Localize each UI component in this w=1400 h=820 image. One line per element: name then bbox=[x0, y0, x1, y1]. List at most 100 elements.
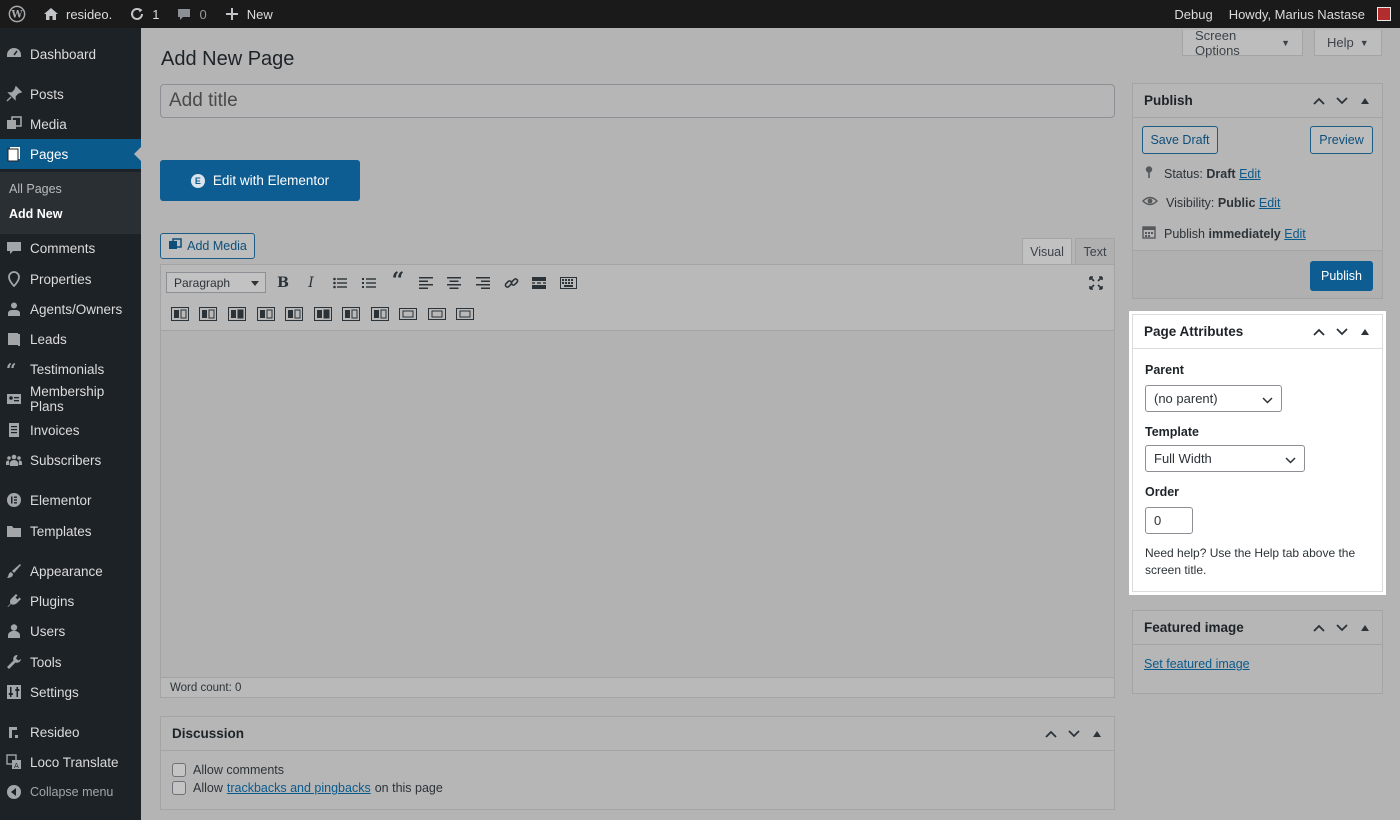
template-select[interactable]: Full Width bbox=[1145, 445, 1305, 472]
sidebar-item-agents-owners[interactable]: Agents/Owners bbox=[0, 296, 141, 322]
chevron-up-icon[interactable] bbox=[1311, 324, 1326, 339]
publish-header[interactable]: Publish bbox=[1133, 84, 1382, 118]
format-select-value: Paragraph bbox=[174, 275, 231, 290]
chevron-down-icon[interactable] bbox=[1334, 93, 1349, 108]
triangle-up-icon[interactable] bbox=[1357, 620, 1372, 635]
chevron-up-icon[interactable] bbox=[1311, 620, 1326, 635]
new-content-link[interactable]: New bbox=[215, 0, 281, 28]
read-more-icon[interactable] bbox=[527, 272, 551, 294]
video-block-icon[interactable] bbox=[453, 303, 477, 325]
format-select[interactable]: Paragraph bbox=[166, 272, 266, 293]
sidebar-item-pages[interactable]: Pages bbox=[0, 139, 141, 169]
set-featured-image-link[interactable]: Set featured image bbox=[1144, 657, 1250, 671]
sidebar-item-tools[interactable]: Tools bbox=[0, 649, 141, 675]
columns-3-icon[interactable] bbox=[225, 303, 249, 325]
account-menu[interactable]: Howdy, Marius Nastase bbox=[1221, 0, 1400, 28]
sidebar-item-plugins[interactable]: Plugins bbox=[0, 588, 141, 614]
columns-4-icon[interactable] bbox=[254, 303, 278, 325]
parent-select[interactable]: (no parent) bbox=[1145, 385, 1282, 412]
triangle-up-icon[interactable] bbox=[1089, 726, 1104, 741]
text-block-icon[interactable] bbox=[425, 303, 449, 325]
edit-visibility-link[interactable]: Edit bbox=[1259, 196, 1281, 210]
italic-icon[interactable]: I bbox=[299, 272, 323, 294]
allow-pings-row[interactable]: Allow trackbacks and pingbacks on this p… bbox=[172, 781, 443, 795]
plug-icon bbox=[6, 593, 22, 609]
edit-date-link[interactable]: Edit bbox=[1284, 227, 1306, 241]
chevron-down-icon[interactable] bbox=[1334, 620, 1349, 635]
columns-2-icon[interactable] bbox=[196, 303, 220, 325]
columns-6-icon[interactable] bbox=[311, 303, 335, 325]
submenu-item-all-pages[interactable]: All Pages bbox=[9, 182, 62, 196]
triangle-up-icon[interactable] bbox=[1357, 324, 1372, 339]
sidebar-item-membership-plans[interactable]: Membership Plans bbox=[0, 384, 141, 414]
keyboard-icon[interactable] bbox=[556, 272, 580, 294]
sidebar-item-properties[interactable]: Properties bbox=[0, 266, 141, 292]
add-media-button[interactable]: Add Media bbox=[160, 233, 255, 259]
allow-comments-row[interactable]: Allow comments bbox=[172, 763, 284, 777]
sidebar-item-elementor[interactable]: Elementor bbox=[0, 487, 141, 513]
align-right-icon[interactable] bbox=[471, 272, 495, 294]
sidebar-item-media[interactable]: Media bbox=[0, 111, 141, 137]
site-name-link[interactable]: resideo. bbox=[34, 0, 120, 28]
edit-status-link[interactable]: Edit bbox=[1239, 167, 1261, 181]
image-block-icon[interactable] bbox=[396, 303, 420, 325]
svg-text:A: A bbox=[14, 762, 19, 770]
sidebar-item-comments[interactable]: Comments bbox=[0, 235, 141, 261]
bold-icon[interactable]: B bbox=[271, 272, 295, 294]
sidebar-item-leads[interactable]: Leads bbox=[0, 326, 141, 352]
edit-with-elementor-button[interactable]: E Edit with Elementor bbox=[160, 160, 360, 201]
sidebar-item-loco-translate[interactable]: A Loco Translate bbox=[0, 749, 141, 775]
sidebar-item-testimonials[interactable]: “ Testimonials bbox=[0, 356, 141, 382]
trackbacks-link[interactable]: trackbacks and pingbacks bbox=[227, 781, 371, 795]
comments-link[interactable]: 0 bbox=[167, 0, 214, 28]
sidebar-item-label: Pages bbox=[30, 146, 69, 162]
fullscreen-icon[interactable] bbox=[1084, 272, 1108, 294]
sidebar-item-templates[interactable]: Templates bbox=[0, 518, 141, 544]
debug-link[interactable]: Debug bbox=[1166, 0, 1220, 28]
screen-options-button[interactable]: Screen Options ▼ bbox=[1182, 28, 1303, 58]
triangle-up-icon[interactable] bbox=[1357, 93, 1372, 108]
columns-8-icon[interactable] bbox=[368, 303, 392, 325]
columns-5-icon[interactable] bbox=[282, 303, 306, 325]
submenu-item-add-new[interactable]: Add New bbox=[9, 207, 62, 221]
document-icon bbox=[6, 422, 22, 438]
page-attributes-header[interactable]: Page Attributes bbox=[1133, 315, 1382, 349]
blockquote-icon[interactable]: “ bbox=[386, 268, 410, 294]
sidebar-item-dashboard[interactable]: Dashboard bbox=[0, 41, 141, 67]
sidebar-item-settings[interactable]: Settings bbox=[0, 679, 141, 705]
numbered-list-icon[interactable] bbox=[357, 272, 381, 294]
columns-1-icon[interactable] bbox=[168, 303, 192, 325]
chevron-up-icon[interactable] bbox=[1043, 726, 1058, 741]
preview-button[interactable]: Preview bbox=[1310, 126, 1373, 154]
publish-button[interactable]: Publish bbox=[1310, 261, 1373, 291]
sidebar-item-invoices[interactable]: Invoices bbox=[0, 417, 141, 443]
allow-comments-checkbox[interactable] bbox=[172, 763, 186, 777]
order-input[interactable] bbox=[1145, 507, 1193, 534]
sidebar-item-resideo[interactable]: Resideo bbox=[0, 719, 141, 745]
sidebar-item-collapse-menu[interactable]: Collapse menu bbox=[0, 779, 141, 805]
chevron-down-icon[interactable] bbox=[1334, 324, 1349, 339]
updates-link[interactable]: 1 bbox=[120, 0, 167, 28]
tab-text[interactable]: Text bbox=[1075, 238, 1115, 264]
align-left-icon[interactable] bbox=[414, 272, 438, 294]
sidebar-item-posts[interactable]: Posts bbox=[0, 81, 141, 107]
sidebar-item-subscribers[interactable]: Subscribers bbox=[0, 447, 141, 473]
featured-image-header[interactable]: Featured image bbox=[1133, 611, 1382, 645]
chevron-down-icon[interactable] bbox=[1066, 726, 1081, 741]
bullet-list-icon[interactable] bbox=[328, 272, 352, 294]
tab-visual[interactable]: Visual bbox=[1022, 238, 1072, 264]
sidebar-item-appearance[interactable]: Appearance bbox=[0, 558, 141, 584]
editor-area[interactable]: Paragraph B I “ bbox=[160, 264, 1115, 698]
help-button[interactable]: Help ▼ bbox=[1314, 30, 1382, 56]
sidebar-item-label: Leads bbox=[30, 331, 67, 347]
save-draft-button[interactable]: Save Draft bbox=[1142, 126, 1218, 154]
wordpress-logo-button[interactable]: W bbox=[0, 0, 34, 28]
allow-pings-checkbox[interactable] bbox=[172, 781, 186, 795]
link-icon[interactable] bbox=[499, 272, 523, 294]
chevron-up-icon[interactable] bbox=[1311, 93, 1326, 108]
title-input[interactable] bbox=[160, 84, 1115, 118]
align-center-icon[interactable] bbox=[442, 272, 466, 294]
sidebar-item-users[interactable]: Users bbox=[0, 618, 141, 644]
discussion-header[interactable]: Discussion bbox=[161, 717, 1114, 751]
columns-7-icon[interactable] bbox=[339, 303, 363, 325]
